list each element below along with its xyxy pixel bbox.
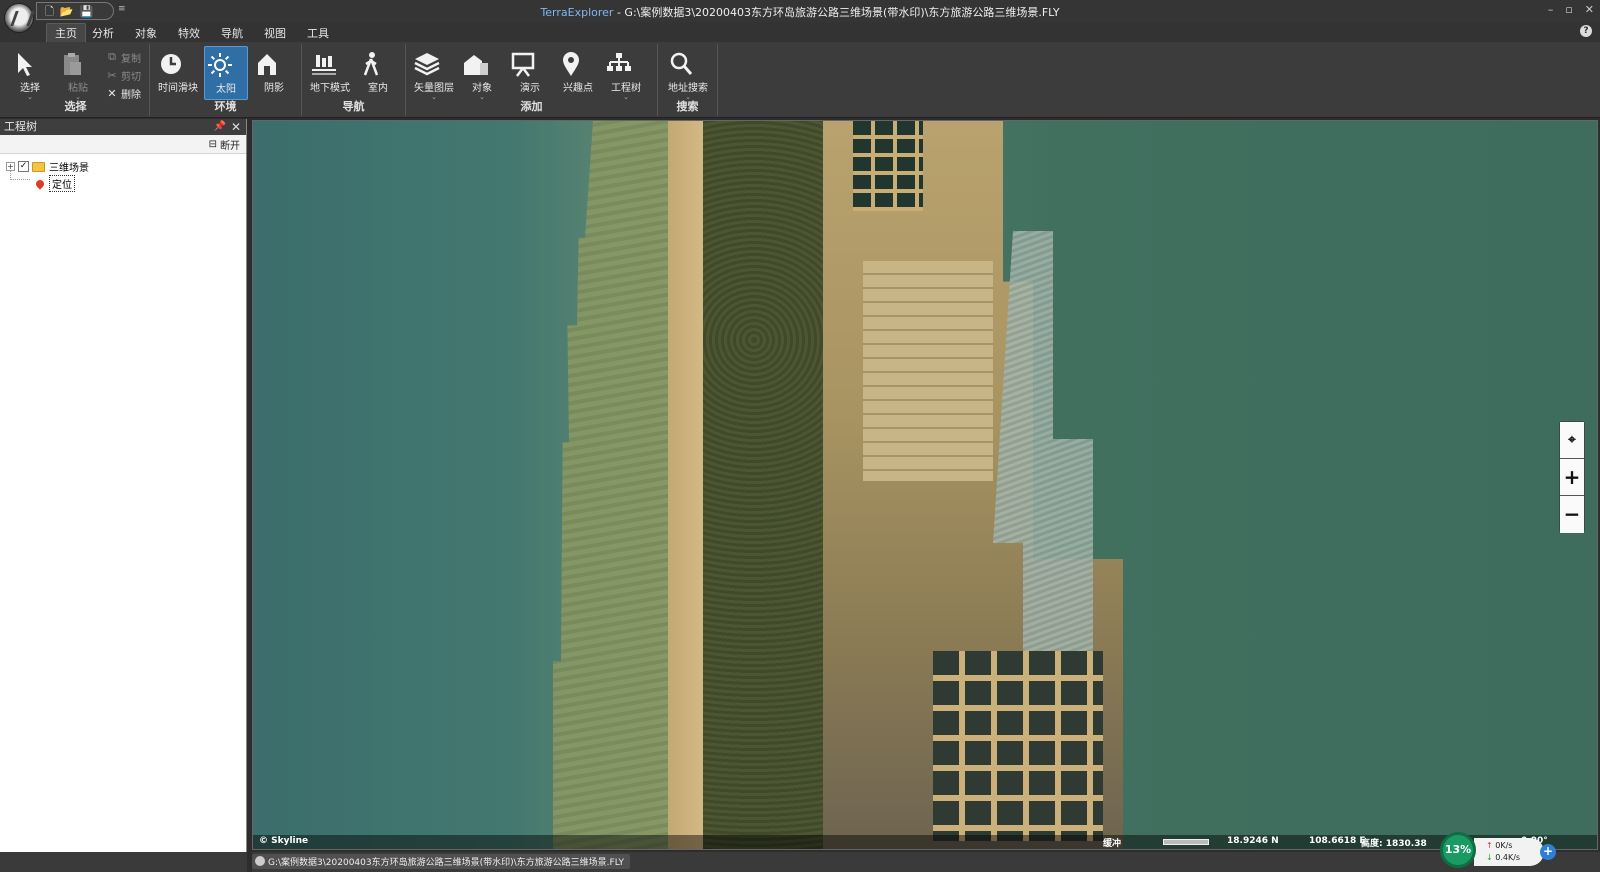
underground-icon — [312, 55, 336, 75]
zoom-out-icon[interactable]: − — [1560, 496, 1584, 533]
expand-icon[interactable]: + — [6, 162, 15, 171]
tab-view[interactable]: 视图 — [264, 25, 286, 41]
tab-navigation[interactable]: 导航 — [221, 25, 243, 41]
ribbon-group-add: 矢量图层 ⌄ 对象 ⌄ 演示 兴趣点 工程树 ⌄ 添加 — [406, 44, 658, 116]
copy-icon: ⧉ — [108, 50, 116, 63]
copy-button[interactable]: ⧉ 复制 — [106, 48, 141, 66]
time-slider-button[interactable]: 时间滑块 — [156, 46, 200, 100]
presentation-board-icon — [511, 52, 535, 77]
status-file-path[interactable]: G:\案例数据3\20200403东方环岛旅游公路三维场景(带水印)\东方旅游公… — [252, 854, 631, 869]
tab-tools[interactable]: 工具 — [307, 25, 329, 41]
navigation-control: ⌖ + − — [1559, 421, 1585, 533]
zoom-in-icon[interactable]: + — [1560, 459, 1584, 496]
cut-button[interactable]: ✂ 剪切 — [106, 66, 141, 84]
help-icon[interactable]: ? — [1580, 25, 1592, 37]
network-speed-box: 0K/s 0.4K/s — [1474, 838, 1544, 866]
app-logo-icon[interactable] — [4, 3, 34, 33]
panel-title: 工程树 — [4, 120, 37, 133]
group-label-select: 选择 — [64, 100, 87, 113]
window-controls: – ▫ ✕ — [1548, 3, 1594, 16]
group-label-navigation: 导航 — [342, 100, 365, 113]
project-tree: + ✓ 三维场景 定位 — [0, 154, 246, 192]
performance-widget[interactable]: 0K/s 0.4K/s 13% + — [1440, 830, 1560, 870]
window-title: TerraExplorer - G:\案例数据3\20200403东方环岛旅游公… — [0, 4, 1600, 20]
buffer-progress-bar — [1163, 839, 1209, 845]
title-bar: 🗋 📂 💾 ≡ TerraExplorer - G:\案例数据3\2020040… — [0, 0, 1600, 33]
fish-ponds-south — [933, 651, 1103, 841]
ribbon-tabs: 主页 分析 对象 特效 导航 视图 工具 ? — [0, 22, 1600, 43]
tab-analysis[interactable]: 分析 — [92, 25, 114, 41]
edit-small-buttons: ⧉ 复制 ✂ 剪切 ✕ 删除 — [106, 48, 141, 102]
scene-checkbox[interactable]: ✓ — [18, 161, 29, 172]
latitude-readout: 18.9246 N — [1227, 836, 1279, 846]
longitude-readout: 108.6618 E — [1309, 836, 1366, 846]
magnifier-icon — [670, 52, 693, 75]
sun-icon — [208, 53, 232, 77]
upload-speed: 0K/s — [1486, 840, 1544, 852]
layers-icon — [414, 53, 440, 76]
house-shadow-icon — [258, 54, 276, 75]
group-label-environment: 环境 — [214, 100, 237, 113]
map-pin-icon — [563, 52, 579, 76]
disconnect-button[interactable]: ⊟ 断开 — [209, 137, 240, 152]
tree-hierarchy-icon — [607, 53, 631, 71]
project-tree-panel: 工程树 📌 ✕ ⊟ 断开 + ✓ 三维场景 定位 — [0, 119, 247, 872]
ribbon-group-navigation: 地下模式 室内 导航 — [302, 44, 406, 116]
field-plots — [863, 261, 993, 481]
location-pin-icon — [34, 177, 46, 190]
panel-header: 工程树 📌 ✕ — [0, 119, 246, 135]
minimize-icon[interactable]: – — [1548, 3, 1554, 16]
close-icon[interactable]: ✕ — [1585, 3, 1594, 16]
indoor-button[interactable]: 室内 — [356, 46, 400, 100]
status-bar: G:\案例数据3\20200403东方环岛旅游公路三维场景(带水印)\东方旅游公… — [252, 852, 1600, 872]
app-name: TerraExplorer — [540, 6, 614, 19]
panel-close-icon[interactable]: ✕ — [231, 119, 241, 135]
tree-node-label: 三维场景 — [49, 163, 89, 174]
shadow-button[interactable]: 阴影 — [252, 46, 296, 100]
view-info-bar: © Skyline 缓冲 18.9246 N 108.6618 E 高度: 18… — [253, 835, 1597, 849]
clipboard-icon — [64, 53, 81, 75]
ribbon-group-search: 地址搜索 ⌄ 搜索 — [658, 44, 718, 116]
group-label-add: 添加 — [520, 100, 543, 113]
tree-node-location[interactable]: 定位 — [6, 175, 246, 192]
left-status-area — [0, 852, 247, 872]
boost-plus-icon[interactable]: + — [1540, 844, 1556, 860]
address-search-button[interactable]: 地址搜索 ⌄ — [666, 46, 710, 101]
ribbon: 选择 ⌄ 粘贴 ⌄ ⧉ 复制 ✂ 剪切 ✕ 删除 选择 时间滑块 太阳 阴影 环境 — [0, 42, 1600, 118]
disconnect-icon: ⊟ — [208, 139, 217, 150]
file-status-icon — [255, 856, 265, 866]
group-label-search: 搜索 — [676, 100, 699, 113]
paste-button[interactable]: 粘贴 ⌄ — [56, 46, 100, 101]
cursor-icon — [18, 53, 32, 76]
pin-icon[interactable]: 📌 — [214, 119, 226, 135]
clock-icon — [161, 54, 181, 74]
fish-ponds-north — [853, 121, 923, 211]
cpu-usage-badge: 13% — [1440, 832, 1476, 868]
skyline-logo: © Skyline — [259, 836, 309, 846]
beach-strip — [668, 121, 708, 849]
download-speed: 0.4K/s — [1486, 852, 1544, 864]
terrain-3d-view[interactable]: ⌖ + − © Skyline 缓冲 18.9246 N 108.6618 E … — [252, 120, 1598, 850]
tab-effects[interactable]: 特效 — [178, 25, 200, 41]
maximize-icon[interactable]: ▫ — [1565, 3, 1572, 16]
project-tree-button[interactable]: 工程树 ⌄ — [604, 46, 648, 101]
tree-node-label: 定位 — [49, 175, 75, 192]
building-icon — [464, 55, 488, 75]
tree-node-scene[interactable]: + ✓ 三维场景 — [6, 158, 246, 175]
tab-objects[interactable]: 对象 — [135, 25, 157, 41]
scissors-icon: ✂ — [107, 68, 117, 82]
walking-person-icon — [363, 52, 379, 76]
tab-home[interactable]: 主页 — [46, 23, 86, 43]
ribbon-group-select: 选择 ⌄ 粘贴 ⌄ ⧉ 复制 ✂ 剪切 ✕ 删除 选择 — [2, 44, 150, 116]
compass-icon[interactable]: ⌖ — [1560, 422, 1584, 459]
buffer-label: 缓冲 — [1103, 839, 1122, 849]
ribbon-group-environment: 时间滑块 太阳 阴影 环境 — [150, 44, 302, 116]
folder-icon — [32, 161, 45, 172]
title-path: - G:\案例数据3\20200403东方环岛旅游公路三维场景(带水印)\东方旅… — [613, 6, 1060, 19]
altitude-readout: 高度: 1830.38 — [1361, 839, 1427, 849]
panel-toolbar: ⊟ 断开 — [0, 135, 246, 154]
